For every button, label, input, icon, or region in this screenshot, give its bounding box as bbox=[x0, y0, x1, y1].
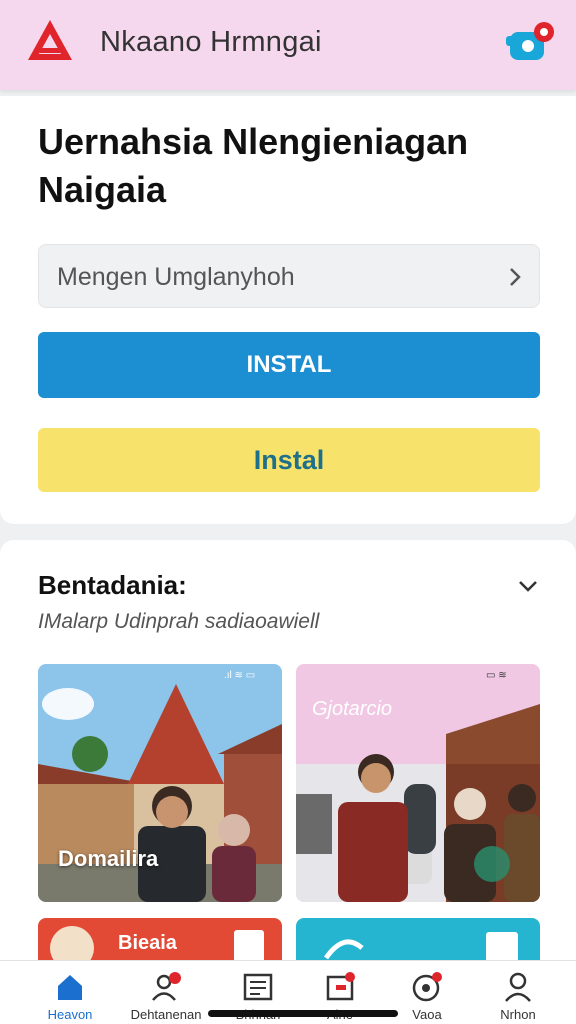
content-card-1[interactable]: .ıl ≋ ▭ Domailira bbox=[38, 664, 282, 902]
profile-icon bbox=[505, 972, 531, 1002]
select-value: Mengen Umglanyhoh bbox=[57, 263, 295, 291]
svg-text:.ıl ≋ ▭: .ıl ≋ ▭ bbox=[224, 670, 255, 681]
option-select[interactable]: Mengen Umglanyhoh bbox=[38, 244, 540, 308]
home-indicator[interactable] bbox=[208, 1010, 398, 1017]
nav-item-home[interactable]: Heavon bbox=[22, 961, 118, 1024]
install-button-secondary[interactable]: Instal bbox=[38, 428, 540, 492]
card-caption: Bieaia bbox=[118, 932, 177, 954]
content-card-2[interactable]: ▭ ≋ Gjotarcio bbox=[296, 664, 540, 902]
notification-icon[interactable] bbox=[506, 20, 556, 66]
eye-icon bbox=[412, 972, 442, 1002]
nav-label: Heavon bbox=[47, 1007, 93, 1022]
card-caption: Domailira bbox=[58, 846, 159, 871]
chevron-right-icon bbox=[510, 268, 521, 286]
home-icon bbox=[58, 975, 82, 1000]
page-headline: Uernahsia Nlengieniagan Naigaia bbox=[38, 121, 469, 210]
install-button-primary[interactable]: INSTAL bbox=[38, 332, 540, 398]
chevron-down-icon[interactable] bbox=[514, 578, 542, 596]
nav-label: Dehtanenan bbox=[130, 1007, 202, 1022]
install-card: Uernahsia Nlengieniagan Naigaia Mengen U… bbox=[0, 96, 576, 524]
people-icon bbox=[152, 972, 181, 1001]
nav-item-people[interactable]: Dehtanenan bbox=[118, 961, 214, 1024]
news-icon bbox=[243, 973, 273, 1001]
card-caption: Gjotarcio bbox=[312, 698, 393, 720]
section-subtitle: IMalarp Udinprah sadiaoawiell bbox=[38, 610, 320, 633]
section-title: Bentadania: bbox=[38, 570, 187, 600]
message-icon bbox=[326, 972, 355, 1001]
top-app-bar: Nkaano Hrmngai bbox=[0, 0, 576, 90]
nav-item-profile[interactable]: Nrhon bbox=[470, 961, 566, 1024]
app-logo-icon bbox=[28, 20, 72, 60]
nav-label: Nrhon bbox=[500, 1007, 536, 1022]
svg-text:▭ ≋: ▭ ≋ bbox=[486, 670, 507, 681]
content-section: Bentadania: IMalarp Udinprah sadiaoawiel… bbox=[0, 540, 576, 970]
app-title: Nkaano Hrmngai bbox=[100, 26, 322, 58]
